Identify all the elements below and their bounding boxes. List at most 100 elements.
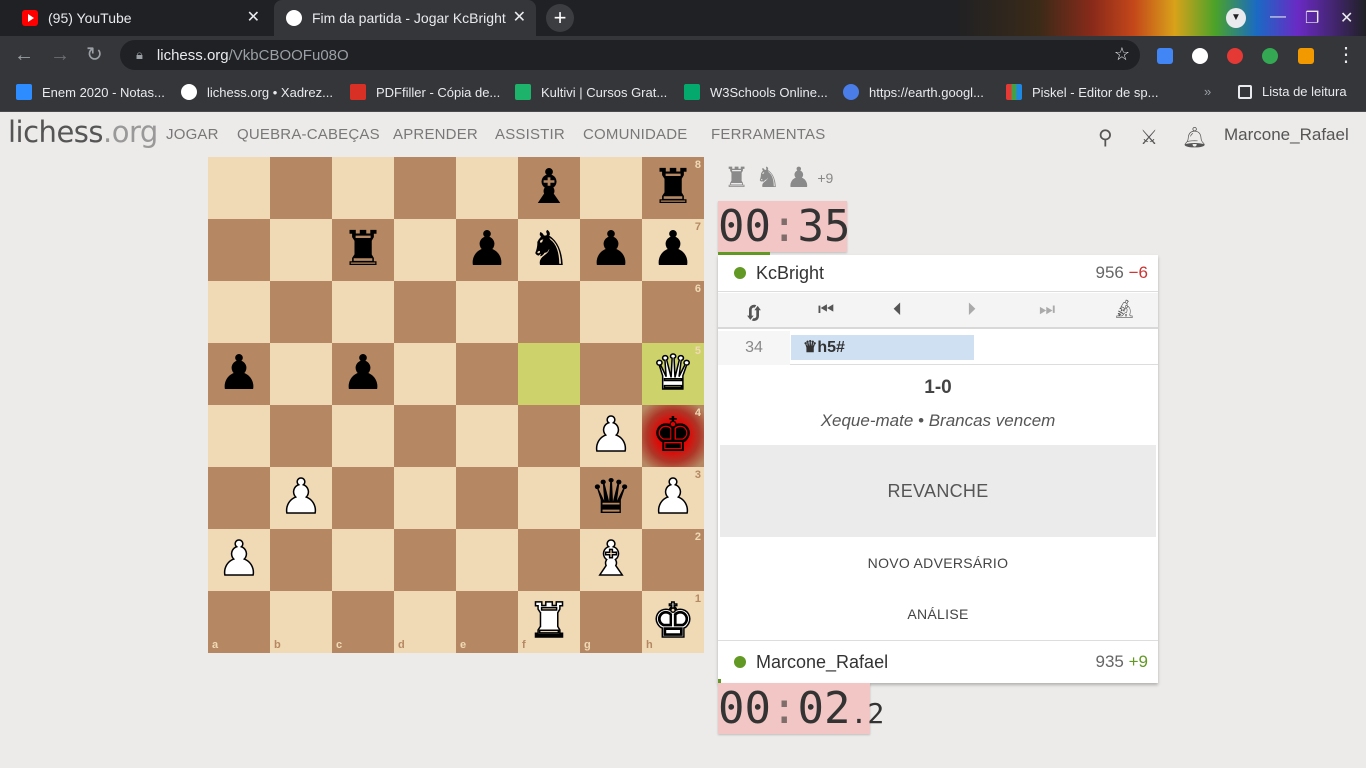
square-c1[interactable]: c [332,591,394,653]
square-c2[interactable] [332,529,394,591]
opponent-name[interactable]: KcBright [756,263,824,284]
black-queen-piece[interactable]: ♛ [589,473,632,521]
square-h1[interactable]: ♚ 1 h [642,591,704,653]
search-icon[interactable]: ⚲ [1098,125,1113,150]
nav-tools[interactable]: FERRAMENTAS [711,126,825,143]
square-g7[interactable]: ♟ [580,219,642,281]
black-knight-piece[interactable]: ♞ [527,225,570,273]
tab-search-icon[interactable]: ▼ [1226,8,1246,28]
white-pawn-piece[interactable]: ♟ [589,410,634,460]
tab-youtube[interactable]: (95) YouTube ✕ [8,0,270,36]
square-f2[interactable] [518,529,580,591]
square-d6[interactable] [394,281,456,343]
square-d1[interactable]: d [394,591,456,653]
square-c7[interactable]: ♜ [332,219,394,281]
square-h3[interactable]: ♟ 3 [642,467,704,529]
white-bishop-piece[interactable]: ♝ [589,534,634,584]
bookmark-item[interactable]: Enem 2020 - Notas... [16,84,165,100]
black-king-piece[interactable]: ♚ [651,411,694,459]
square-h4[interactable]: ♚ 4 [642,405,704,467]
white-king-piece[interactable]: ♚ [651,596,696,646]
bookmark-item[interactable]: Kultivi | Cursos Grat... [515,84,667,100]
flip-board-icon[interactable]: 🔄︎ [745,299,763,326]
square-e5[interactable] [456,343,518,405]
user-menu[interactable]: Marcone_Rafael [1224,125,1349,145]
square-e2[interactable] [456,529,518,591]
bookmark-item[interactable]: PDFfiller - Cópia de... [350,84,500,100]
square-e8[interactable] [456,157,518,219]
square-c3[interactable] [332,467,394,529]
menu-icon[interactable]: ⋮ [1336,45,1356,65]
square-f7[interactable]: ♞ [518,219,580,281]
challenge-swords-icon[interactable]: ⚔ [1140,125,1158,150]
square-h5[interactable]: ♛ 5 [642,343,704,405]
rematch-button[interactable]: REVANCHE [720,445,1156,537]
bookmark-item[interactable]: lichess.org • Xadrez... [181,84,333,100]
square-h7[interactable]: ♟ 7 [642,219,704,281]
reading-list[interactable]: Lista de leitura [1238,84,1347,99]
bell-icon[interactable]: 🔔︎ [1182,125,1207,150]
square-a7[interactable] [208,219,270,281]
white-pawn-piece[interactable]: ♟ [279,472,324,522]
square-g1[interactable]: g [580,591,642,653]
address-bar[interactable]: 🔒︎ lichess.org/VkbCBOOFu08O ☆ [120,40,1140,70]
square-g6[interactable] [580,281,642,343]
square-f1[interactable]: ♜ f [518,591,580,653]
square-f8[interactable]: ♝ [518,157,580,219]
restore-icon[interactable]: ❐ [1305,8,1319,28]
puzzle-icon[interactable] [1298,48,1314,64]
square-g5[interactable] [580,343,642,405]
white-pawn-piece[interactable]: ♟ [651,472,696,522]
square-h2[interactable]: 2 [642,529,704,591]
nav-watch[interactable]: ASSISTIR [495,126,565,143]
square-a2[interactable]: ♟ [208,529,270,591]
previous-move-icon[interactable]: ⏴ [893,299,902,320]
close-window-icon[interactable]: ✕ [1340,8,1353,28]
back-icon[interactable]: ← [14,45,34,65]
square-d7[interactable] [394,219,456,281]
square-d2[interactable] [394,529,456,591]
square-a5[interactable]: ♟ [208,343,270,405]
next-move-icon[interactable]: ⏵ [967,299,976,320]
square-b8[interactable] [270,157,332,219]
close-icon[interactable]: ✕ [513,9,526,27]
square-d8[interactable] [394,157,456,219]
reload-icon[interactable]: ↻ [86,45,103,65]
square-b2[interactable] [270,529,332,591]
square-h8[interactable]: ♜ 8 [642,157,704,219]
tab-lichess[interactable]: Fim da partida - Jogar KcBright • liches… [274,0,536,36]
square-a3[interactable] [208,467,270,529]
new-tab-button[interactable]: + [546,4,574,32]
new-opponent-button[interactable]: NOVO ADVERSÁRIO [718,555,1158,571]
black-rook-piece[interactable]: ♜ [341,225,384,273]
white-rook-piece[interactable]: ♜ [527,596,572,646]
nav-puzzles[interactable]: QUEBRA-CABEÇAS [237,126,380,143]
square-f4[interactable] [518,405,580,467]
black-pawn-piece[interactable]: ♟ [217,349,260,397]
square-e3[interactable] [456,467,518,529]
square-a1[interactable]: a [208,591,270,653]
square-e4[interactable] [456,405,518,467]
black-bishop-piece[interactable]: ♝ [527,163,570,211]
square-b6[interactable] [270,281,332,343]
square-a8[interactable] [208,157,270,219]
square-a6[interactable] [208,281,270,343]
star-icon[interactable]: ☆ [1114,44,1130,65]
square-b5[interactable] [270,343,332,405]
black-pawn-piece[interactable]: ♟ [341,349,384,397]
square-c5[interactable]: ♟ [332,343,394,405]
extension-icon[interactable] [1192,48,1208,64]
square-f3[interactable] [518,467,580,529]
last-move-icon[interactable]: ⏭ [1039,299,1055,320]
square-c6[interactable] [332,281,394,343]
extension-icon[interactable] [1227,48,1243,64]
white-queen-piece[interactable]: ♛ [651,348,696,398]
move-item[interactable]: ♛h5# [791,335,974,360]
black-pawn-piece[interactable]: ♟ [651,225,694,273]
nav-play[interactable]: JOGAR [166,126,219,143]
analysis-button[interactable]: ANÁLISE [718,606,1158,622]
square-h6[interactable]: 6 [642,281,704,343]
chess-board[interactable]: ♝ ♜ 8 ♜ ♟ ♞ ♟ ♟ 7 6 ♟ ♟ ♛ 5 ♟ ♚ 4 ♟ ♛ ♟ 3 ♟ ♝ 2 a b c d e ♜ f g ♚ 1 h [208,157,704,653]
square-g2[interactable]: ♝ [580,529,642,591]
square-b7[interactable] [270,219,332,281]
